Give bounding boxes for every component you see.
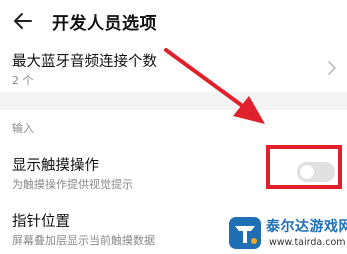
bluetooth-audio-label: 最大蓝牙音频连接个数 [12,54,157,70]
pointer-location-label: 指针位置 [12,214,70,230]
bluetooth-audio-value: 2 个 [12,74,34,87]
watermark-brand: 泰尔达游戏网 [266,219,347,235]
page-title: 开发人员选项 [52,14,157,34]
bluetooth-audio-connections-item[interactable]: 最大蓝牙音频连接个数 2 个 [0,44,347,90]
site-watermark: 泰尔达游戏网 www.tairda.com [226,214,347,254]
watermark-logo-icon [229,217,261,249]
pointer-location-description: 屏幕叠加层显示当前触摸数据 [12,234,155,247]
app-header: 开发人员选项 [0,0,347,44]
chevron-right-icon [328,61,336,75]
back-arrow-icon[interactable] [12,10,34,32]
show-touches-description: 为触摸操作提供视觉提示 [12,178,133,191]
watermark-url: www.tairda.com [269,237,346,248]
show-touches-label: 显示触摸操作 [12,158,99,174]
section-divider [0,92,347,110]
highlight-annotation-box [266,145,342,189]
section-header-input: 输入 [12,122,34,135]
